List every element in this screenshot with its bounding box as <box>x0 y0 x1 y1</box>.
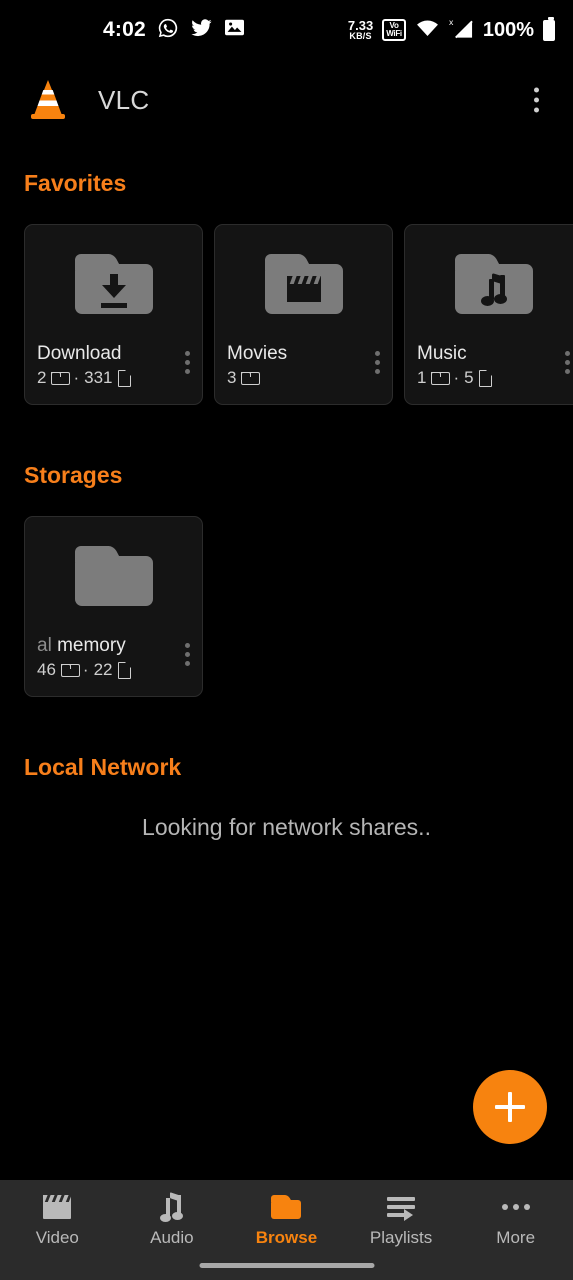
overflow-menu-icon[interactable] <box>526 80 547 121</box>
image-icon <box>224 18 245 42</box>
meta-separator: · <box>82 660 89 679</box>
file-count-icon <box>117 661 131 679</box>
folder-count-icon <box>431 371 451 385</box>
network-speed-indicator: 7.33 KB/S <box>348 19 373 41</box>
folder-count: 3 <box>227 368 237 387</box>
page-title: VLC <box>98 84 150 115</box>
card-title: Download <box>37 343 122 364</box>
card-meta: 1 · 5 <box>417 368 570 388</box>
nav-item-playlists[interactable]: Playlists <box>344 1193 459 1248</box>
meta-separator: · <box>453 368 460 387</box>
card-info: al memory 46 · 22 <box>25 635 202 680</box>
card-info: Music 1 · 5 <box>405 343 573 388</box>
nav-label: Audio <box>150 1228 194 1247</box>
file-count-icon <box>117 369 131 387</box>
add-icon <box>495 1092 525 1122</box>
card-info: Download 2 · 331 <box>25 343 202 388</box>
folder-count: 46 <box>37 660 56 679</box>
folder-download-icon <box>74 254 153 314</box>
browse-folder-icon <box>271 1193 302 1221</box>
folder-count: 2 <box>37 368 47 387</box>
status-bar-left: 4:02 <box>103 17 245 44</box>
video-clapper-icon <box>43 1193 72 1221</box>
card-artwork <box>215 225 392 343</box>
nav-label: Browse <box>255 1228 318 1247</box>
card-overflow-menu-icon[interactable] <box>179 637 196 672</box>
vlc-cone-logo <box>24 76 72 124</box>
battery-percent-label: 100% <box>482 18 534 41</box>
network-status-message: Looking for network shares.. <box>142 814 431 840</box>
card-artwork <box>25 517 202 635</box>
nav-item-more[interactable]: More <box>458 1193 573 1248</box>
file-count: 22 <box>93 660 113 679</box>
nav-label: More <box>496 1228 536 1247</box>
card-overflow-menu-icon[interactable] <box>369 345 386 380</box>
status-bar: 4:02 7.33 KB/S Vo WiFi x 100% <box>0 0 573 60</box>
card-title: Movies <box>227 343 288 364</box>
folder-count-icon <box>60 663 80 677</box>
favorite-card-download[interactable]: Download 2 · 331 <box>24 224 203 405</box>
status-bar-right: 7.33 KB/S Vo WiFi x 100% <box>348 0 555 60</box>
more-dots-icon <box>501 1193 530 1221</box>
card-info: Movies 3 <box>215 343 392 388</box>
folder-music-icon <box>454 254 533 314</box>
card-artwork <box>25 225 202 343</box>
card-overflow-menu-icon[interactable] <box>179 345 196 380</box>
favorite-card-music[interactable]: Music 1 · 5 <box>404 224 573 405</box>
nav-label: Playlists <box>369 1228 433 1247</box>
signal-no-service-icon: x <box>449 17 474 44</box>
nav-item-browse[interactable]: Browse <box>229 1193 344 1248</box>
vowifi-line2: WiFi <box>386 29 402 38</box>
wifi-icon <box>415 18 440 42</box>
favorite-card-movies[interactable]: Movies 3 <box>214 224 393 405</box>
folder-icon <box>74 546 153 606</box>
nav-label: Video <box>35 1228 79 1247</box>
folder-count: 1 <box>417 368 427 387</box>
folder-count-icon <box>51 371 71 385</box>
card-title: al memory <box>37 635 190 657</box>
twitter-icon <box>190 17 213 44</box>
vowifi-icon: Vo WiFi <box>382 19 406 41</box>
section-title-storages: Storages <box>24 462 123 488</box>
network-speed-unit: KB/S <box>349 31 372 41</box>
status-bar-clock: 4:02 <box>103 18 146 41</box>
card-meta: 3 <box>227 368 380 388</box>
file-count: 331 <box>84 368 113 387</box>
file-count: 5 <box>464 368 474 387</box>
file-count-icon <box>478 369 492 387</box>
card-title: Music <box>417 343 467 364</box>
nav-item-audio[interactable]: Audio <box>115 1191 230 1248</box>
section-title-favorites: Favorites <box>24 170 127 196</box>
folder-movies-icon <box>264 254 343 314</box>
audio-note-icon <box>159 1191 184 1222</box>
card-title-main: memory <box>51 635 126 656</box>
svg-text:x: x <box>449 17 454 27</box>
card-meta: 2 · 331 <box>37 368 190 388</box>
add-button[interactable] <box>473 1070 547 1144</box>
card-artwork <box>405 225 573 343</box>
card-meta: 46 · 22 <box>37 660 190 680</box>
vlc-browse-screen: 4:02 7.33 KB/S Vo WiFi x 100% VLC Favori… <box>0 0 573 1280</box>
nav-item-video[interactable]: Video <box>0 1193 115 1248</box>
app-bar: VLC <box>0 60 573 140</box>
battery-icon <box>543 16 555 41</box>
folder-count-icon <box>241 371 261 385</box>
gesture-navigation-bar[interactable] <box>199 1263 374 1268</box>
section-title-local-network: Local Network <box>24 754 182 780</box>
playlists-icon <box>387 1193 416 1221</box>
card-overflow-menu-icon[interactable] <box>559 345 573 380</box>
storage-card-internal-memory[interactable]: al memory 46 · 22 <box>24 516 203 697</box>
whatsapp-icon <box>157 17 179 44</box>
meta-separator: · <box>73 368 80 387</box>
card-title-dim: al <box>37 635 52 656</box>
